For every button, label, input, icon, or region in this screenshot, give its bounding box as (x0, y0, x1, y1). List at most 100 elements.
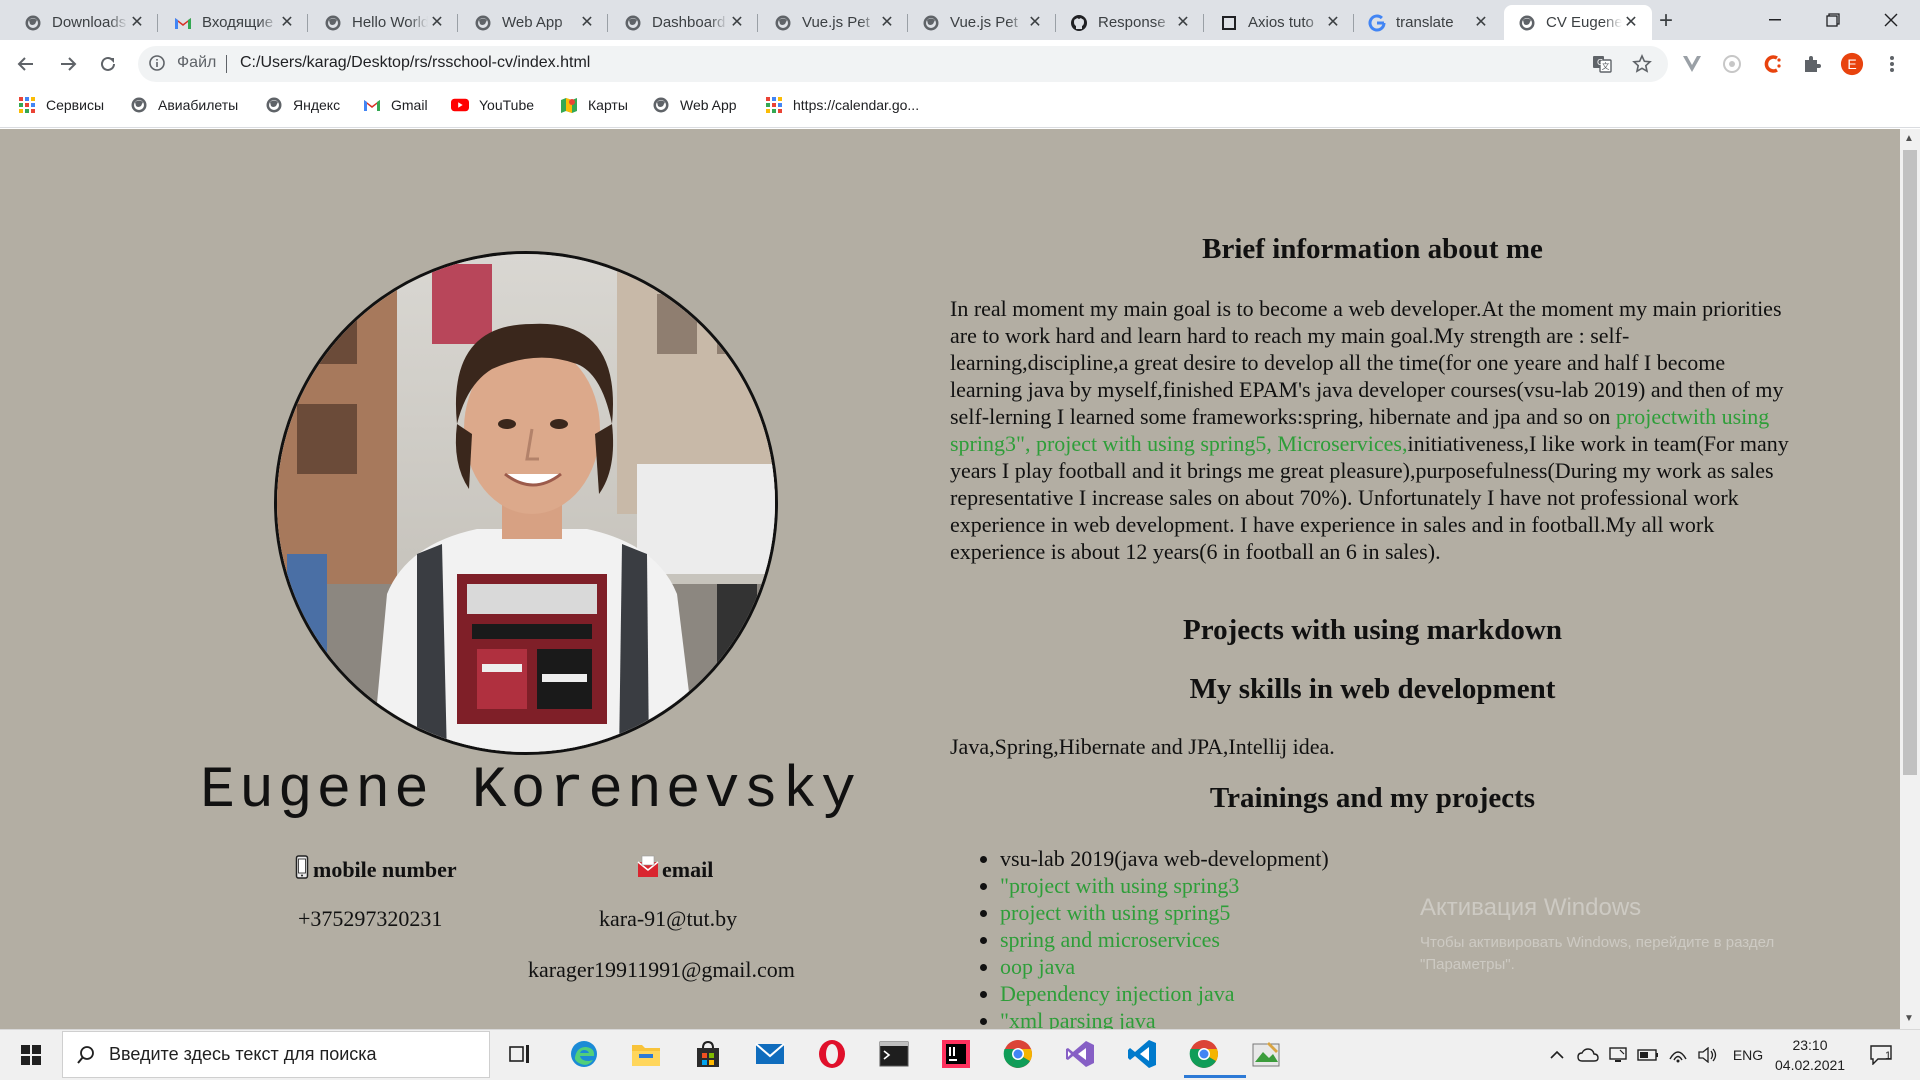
intellij-idea-icon[interactable] (936, 1034, 976, 1074)
file-explorer-icon[interactable] (626, 1034, 666, 1074)
taskbar-search-box[interactable]: Введите здесь текст для поиска (62, 1031, 490, 1078)
tab-web-app[interactable]: Web App ✕ (460, 5, 608, 40)
notification-center-icon[interactable]: 1 (1866, 1044, 1896, 1066)
google-icon (1368, 14, 1386, 32)
extensions-puzzle-icon[interactable] (1800, 52, 1824, 76)
close-icon[interactable]: ✕ (1622, 14, 1640, 32)
close-icon[interactable]: ✕ (428, 14, 446, 32)
forward-button[interactable] (52, 48, 84, 80)
tab-hello-world[interactable]: Hello World ✕ (310, 5, 458, 40)
scroll-down-arrow-icon[interactable]: ▼ (1904, 1013, 1914, 1024)
close-icon[interactable]: ✕ (578, 14, 596, 32)
back-button[interactable] (10, 48, 42, 80)
notification-count: 1 (1885, 1050, 1892, 1062)
list-item-link[interactable]: "project with using spring3 (1000, 872, 1329, 899)
list-item-link[interactable]: spring and microservices (1000, 926, 1329, 953)
email-value-2[interactable]: karager19911991@gmail.com (528, 957, 795, 983)
info-icon[interactable] (148, 54, 168, 74)
profile-avatar[interactable]: E (1840, 52, 1864, 76)
tab-inbox[interactable]: Входящие ✕ (160, 5, 308, 40)
url-text[interactable]: C:/Users/karag/Desktop/rs/rsschool-cv/in… (240, 54, 590, 72)
taskbar-clock[interactable]: 23:10 04.02.2021 (1775, 1035, 1845, 1075)
battery-icon[interactable] (1636, 1044, 1660, 1066)
volume-icon[interactable] (1696, 1044, 1720, 1066)
close-icon[interactable]: ✕ (1324, 14, 1342, 32)
mail-icon[interactable] (750, 1034, 790, 1074)
translate-icon[interactable]: 文G (1590, 52, 1614, 76)
close-icon[interactable]: ✕ (1472, 14, 1490, 32)
edge-icon[interactable] (564, 1034, 604, 1074)
chrome-active-icon[interactable] (1184, 1034, 1246, 1078)
tab-dashboard[interactable]: Dashboard ✕ (610, 5, 758, 40)
wifi-icon[interactable] (1666, 1044, 1690, 1066)
tab-translate[interactable]: translate ✕ (1354, 5, 1502, 40)
globe-icon (922, 14, 940, 32)
bookmark-gmail[interactable]: Gmail (363, 94, 428, 116)
tab-title: Dashboard (652, 14, 726, 31)
bookmark-yandex[interactable]: Яндекс (265, 94, 340, 116)
close-icon[interactable]: ✕ (878, 14, 896, 32)
store-icon[interactable] (688, 1034, 728, 1074)
phone-icon (295, 855, 309, 885)
watermark-line-2: "Параметры". (1420, 956, 1515, 973)
close-icon[interactable]: ✕ (1174, 14, 1192, 32)
tab-title: CV Eugene (1546, 14, 1622, 31)
list-item-link[interactable]: oop java (1000, 953, 1329, 980)
onedrive-cloud-icon[interactable] (1576, 1044, 1600, 1066)
network-computer-icon[interactable] (1606, 1044, 1630, 1066)
close-icon[interactable]: ✕ (1026, 14, 1044, 32)
visual-studio-icon[interactable] (1060, 1034, 1100, 1074)
tab-response[interactable]: Response ✕ (1056, 5, 1204, 40)
chrome-icon[interactable] (998, 1034, 1038, 1074)
reload-button[interactable] (92, 48, 124, 80)
bookmark-aviabilety[interactable]: Авиабилеты (130, 94, 238, 116)
menu-kebab-icon[interactable] (1880, 52, 1904, 76)
clock-date: 04.02.2021 (1775, 1057, 1846, 1073)
bookmark-youtube[interactable]: YouTube (451, 94, 534, 116)
vue-devtools-icon[interactable] (1680, 52, 1704, 76)
tab-vue-pet-1[interactable]: Vue.js Pet ✕ (760, 5, 908, 40)
minimize-button[interactable] (1746, 0, 1804, 40)
tab-vue-pet-2[interactable]: Vue.js Pet ✕ (908, 5, 1056, 40)
bookmark-services[interactable]: Сервисы (18, 94, 104, 116)
profile-photo-image (277, 254, 775, 752)
list-item-link[interactable]: project with using spring5 (1000, 899, 1329, 926)
tab-title: translate (1396, 14, 1454, 31)
close-icon[interactable]: ✕ (278, 14, 296, 32)
extension-circle-icon[interactable] (1720, 52, 1744, 76)
tray-chevron-up-icon[interactable] (1546, 1044, 1568, 1066)
close-icon[interactable]: ✕ (728, 14, 746, 32)
vscode-icon[interactable] (1122, 1034, 1162, 1074)
paint-icon[interactable] (1246, 1034, 1286, 1074)
list-item-link[interactable]: "xml parsing java (1000, 1007, 1329, 1029)
bookmark-maps[interactable]: Карты (560, 94, 628, 116)
language-indicator[interactable]: ENG (1728, 1044, 1768, 1066)
tab-cv-eugene[interactable]: CV Eugene ✕ (1504, 5, 1652, 40)
tab-title: Vue.js Pet (950, 14, 1018, 31)
new-tab-button[interactable]: + (1652, 8, 1680, 36)
mobile-value[interactable]: +375297320231 (298, 906, 442, 932)
bookmark-star-icon[interactable] (1630, 52, 1654, 76)
task-view-icon[interactable] (500, 1034, 540, 1074)
tab-separator (757, 14, 758, 32)
tab-downloads[interactable]: Downloads ✕ (10, 5, 158, 40)
scrollbar-thumb[interactable] (1903, 150, 1917, 775)
scroll-up-arrow-icon[interactable]: ▲ (1904, 133, 1914, 144)
bookmark-web-app[interactable]: Web App (652, 94, 737, 116)
close-window-button[interactable] (1862, 0, 1920, 40)
email-value-1[interactable]: kara-91@tut.by (599, 906, 737, 932)
opera-icon[interactable] (812, 1034, 852, 1074)
c-extension-icon[interactable] (1760, 52, 1784, 76)
mobile-heading: mobile number (295, 855, 457, 885)
maximize-button[interactable] (1804, 0, 1862, 40)
bookmark-calendar[interactable]: https://calendar.go... (765, 94, 919, 116)
youtube-icon (451, 96, 469, 114)
email-heading: email (636, 855, 713, 885)
list-item-link[interactable]: Dependency injection java (1000, 980, 1329, 1007)
terminal-icon[interactable] (874, 1034, 914, 1074)
windows-start-button[interactable] (0, 1029, 62, 1080)
gmail-icon (174, 14, 192, 32)
tab-axios[interactable]: Axios tuto ✕ (1206, 5, 1354, 40)
close-icon[interactable]: ✕ (128, 14, 146, 32)
trainings-list: vsu-lab 2019(java web-development) "proj… (1000, 845, 1329, 1029)
